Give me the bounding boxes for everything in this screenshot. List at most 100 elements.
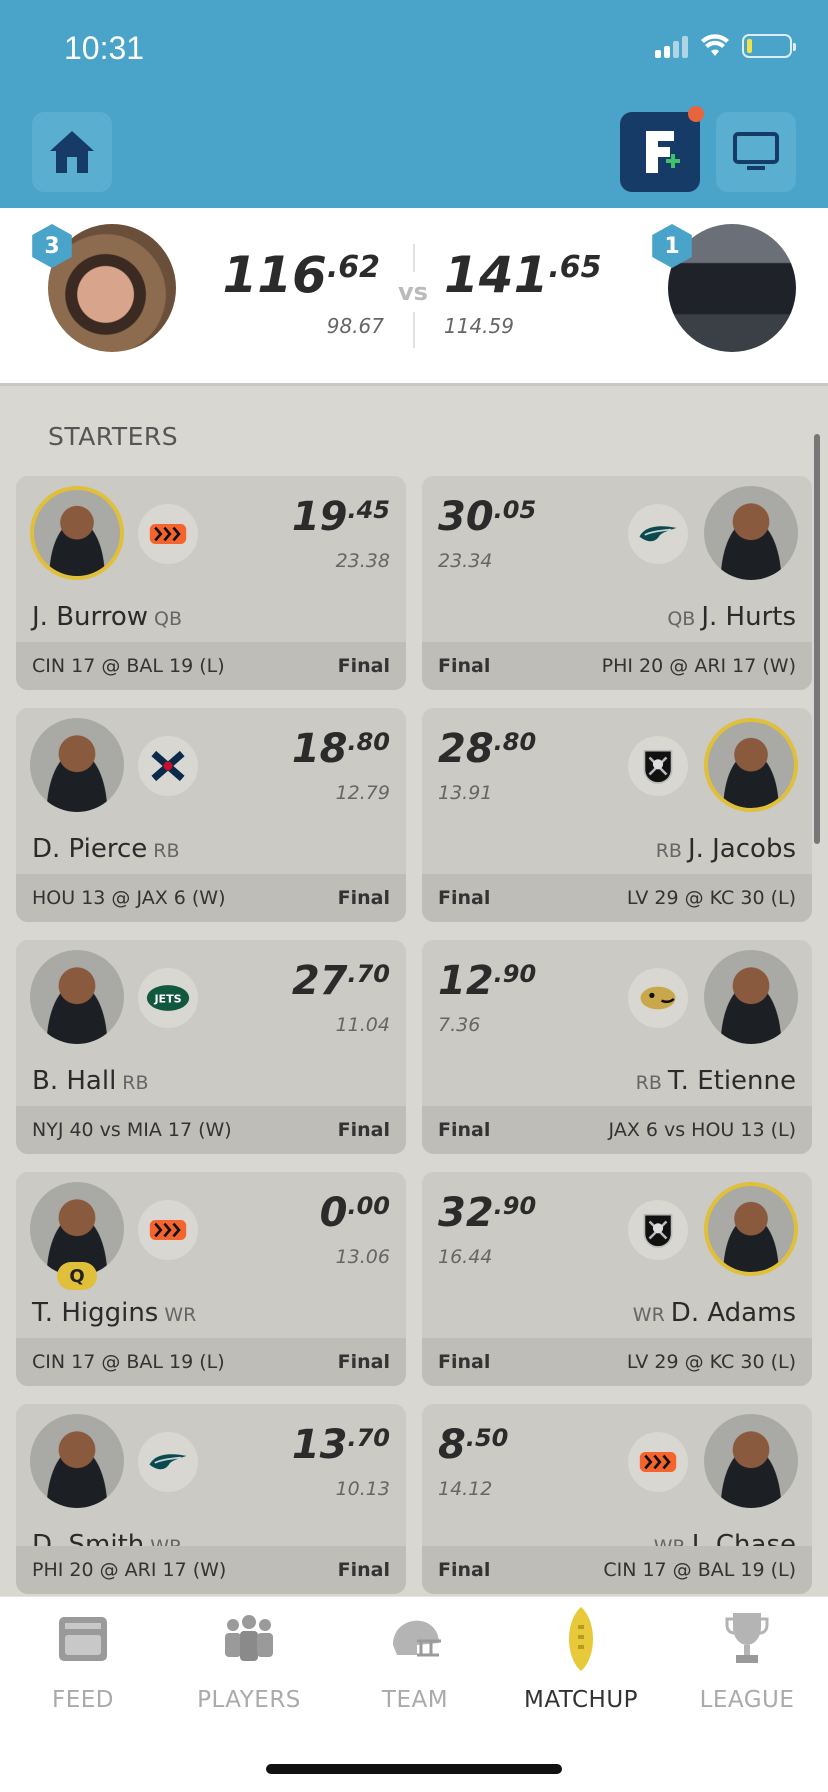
- right-projected: 114.59: [444, 314, 514, 338]
- player-name: T. Higgins: [32, 1298, 159, 1328]
- monitor-icon: [733, 132, 779, 170]
- player-position: QB: [154, 608, 183, 630]
- tab-league[interactable]: LEAGUE: [664, 1597, 828, 1727]
- game-footer: Final LV 29 @ KC 30 (L): [422, 1338, 812, 1386]
- team-logo-icon: [628, 736, 688, 796]
- tv-mode-button[interactable]: [716, 112, 796, 192]
- fantasy-plus-button[interactable]: [620, 106, 704, 192]
- game-result: PHI 20 @ ARI 17 (W): [601, 655, 796, 677]
- left-score-int: 116: [222, 246, 327, 304]
- player-card[interactable]: 30.05 23.34 QB J. Hurts Final PHI 20 @ ARI 17…: [422, 476, 812, 690]
- home-button[interactable]: [32, 112, 112, 192]
- player-photo[interactable]: [704, 1414, 798, 1508]
- game-footer: Final PHI 20 @ ARI 17 (W): [422, 642, 812, 690]
- player-projected: 11.04: [335, 1014, 390, 1036]
- player-projected: 7.36: [438, 1014, 481, 1036]
- player-points-int: 19: [291, 494, 348, 540]
- player-points-int: 18: [291, 726, 348, 772]
- player-points-int: 13: [291, 1422, 348, 1468]
- player-points-dec: .90: [493, 1192, 537, 1220]
- player-name: D. Adams: [670, 1298, 796, 1328]
- score-divider-bottom: [413, 312, 415, 348]
- player-card[interactable]: 8.5014.12WRJ. ChaseFinalCIN 17 @ BAL 19 …: [422, 1404, 812, 1594]
- game-status: Final: [438, 655, 491, 677]
- player-name-row[interactable]: RB J. Jacobs: [650, 834, 796, 864]
- player-position: QB: [667, 608, 696, 630]
- game-footer: Final LV 29 @ KC 30 (L): [422, 874, 812, 922]
- player-points-int: 12: [438, 958, 494, 1004]
- tab-team[interactable]: TEAM: [332, 1597, 498, 1727]
- player-name: T. Etienne: [667, 1066, 796, 1096]
- player-points: 32.90: [438, 1190, 536, 1236]
- player-name-row[interactable]: B. Hall RB: [32, 1066, 155, 1096]
- player-points-dec: .50: [465, 1424, 509, 1452]
- player-name-row[interactable]: RB T. Etienne: [630, 1066, 796, 1096]
- notification-dot: [688, 106, 704, 122]
- player-photo[interactable]: [704, 1182, 798, 1276]
- player-photo[interactable]: [704, 950, 798, 1044]
- player-name: D. Pierce: [32, 834, 148, 864]
- player-photo[interactable]: [30, 718, 124, 812]
- team-logo-icon: [138, 1200, 198, 1260]
- player-name-row[interactable]: T. Higgins WR: [32, 1298, 202, 1328]
- game-status: Final: [438, 1559, 491, 1581]
- game-result: CIN 17 @ BAL 19 (L): [32, 655, 225, 677]
- player-points-dec: .70: [347, 1424, 390, 1452]
- battery-icon: [742, 34, 796, 58]
- player-photo[interactable]: [30, 1414, 124, 1508]
- player-name-row[interactable]: QB J. Hurts: [661, 602, 796, 632]
- player-card[interactable]: 28.80 13.91 RB J. Jacobs Final LV 29 @ KC 30 …: [422, 708, 812, 922]
- tab-players-label: PLAYERS: [197, 1687, 301, 1713]
- player-card[interactable]: Q 0.00 13.06 T. Higgins WR CIN 17 @ BAL 19 (L…: [16, 1172, 406, 1386]
- vs-label: vs: [398, 278, 428, 306]
- player-position: WR: [632, 1304, 665, 1326]
- player-position: RB: [153, 840, 180, 862]
- player-name-row[interactable]: D. Pierce RB: [32, 834, 186, 864]
- right-score-dec: .65: [548, 250, 602, 285]
- player-card[interactable]: JETS 27.70 11.04 B. Hall RB NYJ 40 vs MIA 17 …: [16, 940, 406, 1154]
- player-card[interactable]: 19.45 23.38 J. Burrow QB CIN 17 @ BAL 19 (L)…: [16, 476, 406, 690]
- tab-matchup[interactable]: MATCHUP: [498, 1597, 664, 1727]
- game-status: Final: [337, 1559, 390, 1581]
- tab-team-label: TEAM: [381, 1687, 449, 1713]
- player-card[interactable]: 12.90 7.36 RB T. Etienne Final JAX 6 vs HOU 1…: [422, 940, 812, 1154]
- game-status: Final: [438, 887, 491, 909]
- football-icon: [569, 1607, 593, 1671]
- player-points-dec: .80: [347, 728, 390, 756]
- game-footer: CIN 17 @ BAL 19 (L) Final: [16, 642, 406, 690]
- player-card[interactable]: 13.7010.13D. SmithWRPHI 20 @ ARI 17 (W)F…: [16, 1404, 406, 1594]
- player-points: 27.70: [292, 958, 390, 1004]
- player-projected: 14.12: [438, 1478, 493, 1500]
- team-logo-icon: [138, 1432, 198, 1492]
- game-result: LV 29 @ KC 30 (L): [626, 1351, 796, 1373]
- player-points-int: 0: [319, 1190, 348, 1236]
- player-points-dec: .05: [493, 496, 537, 524]
- scrollbar[interactable]: [814, 434, 820, 844]
- player-name: B. Hall: [32, 1066, 117, 1096]
- player-name-row[interactable]: J. Burrow QB: [32, 602, 188, 632]
- player-photo[interactable]: [704, 718, 798, 812]
- player-name-row[interactable]: WR D. Adams: [627, 1298, 796, 1328]
- tab-feed[interactable]: FEED: [0, 1597, 166, 1727]
- player-points: 12.90: [438, 958, 536, 1004]
- player-photo[interactable]: [30, 950, 124, 1044]
- player-points-int: 30: [438, 494, 494, 540]
- home-indicator: [266, 1764, 562, 1774]
- game-result: NYJ 40 vs MIA 17 (W): [32, 1119, 232, 1141]
- player-card[interactable]: 18.80 12.79 D. Pierce RB HOU 13 @ JAX 6 (W) F…: [16, 708, 406, 922]
- game-status: Final: [438, 1351, 491, 1373]
- left-projected: 98.67: [326, 314, 384, 338]
- player-card[interactable]: 32.90 16.44 WR D. Adams Final LV 29 @ KC 30 (…: [422, 1172, 812, 1386]
- app-header: 10:31: [0, 0, 828, 208]
- player-points: 19.45: [292, 494, 390, 540]
- left-score-dec: .62: [326, 250, 380, 285]
- player-points-dec: .45: [347, 496, 390, 524]
- tab-players[interactable]: PLAYERS: [166, 1597, 332, 1727]
- player-photo[interactable]: [704, 486, 798, 580]
- player-position: RB: [122, 1072, 149, 1094]
- svg-text:JETS: JETS: [153, 993, 181, 1006]
- team-logo-icon: JETS: [138, 968, 198, 1028]
- injury-badge: Q: [57, 1262, 97, 1290]
- player-photo[interactable]: [30, 486, 124, 580]
- player-projected: 23.38: [335, 550, 390, 572]
